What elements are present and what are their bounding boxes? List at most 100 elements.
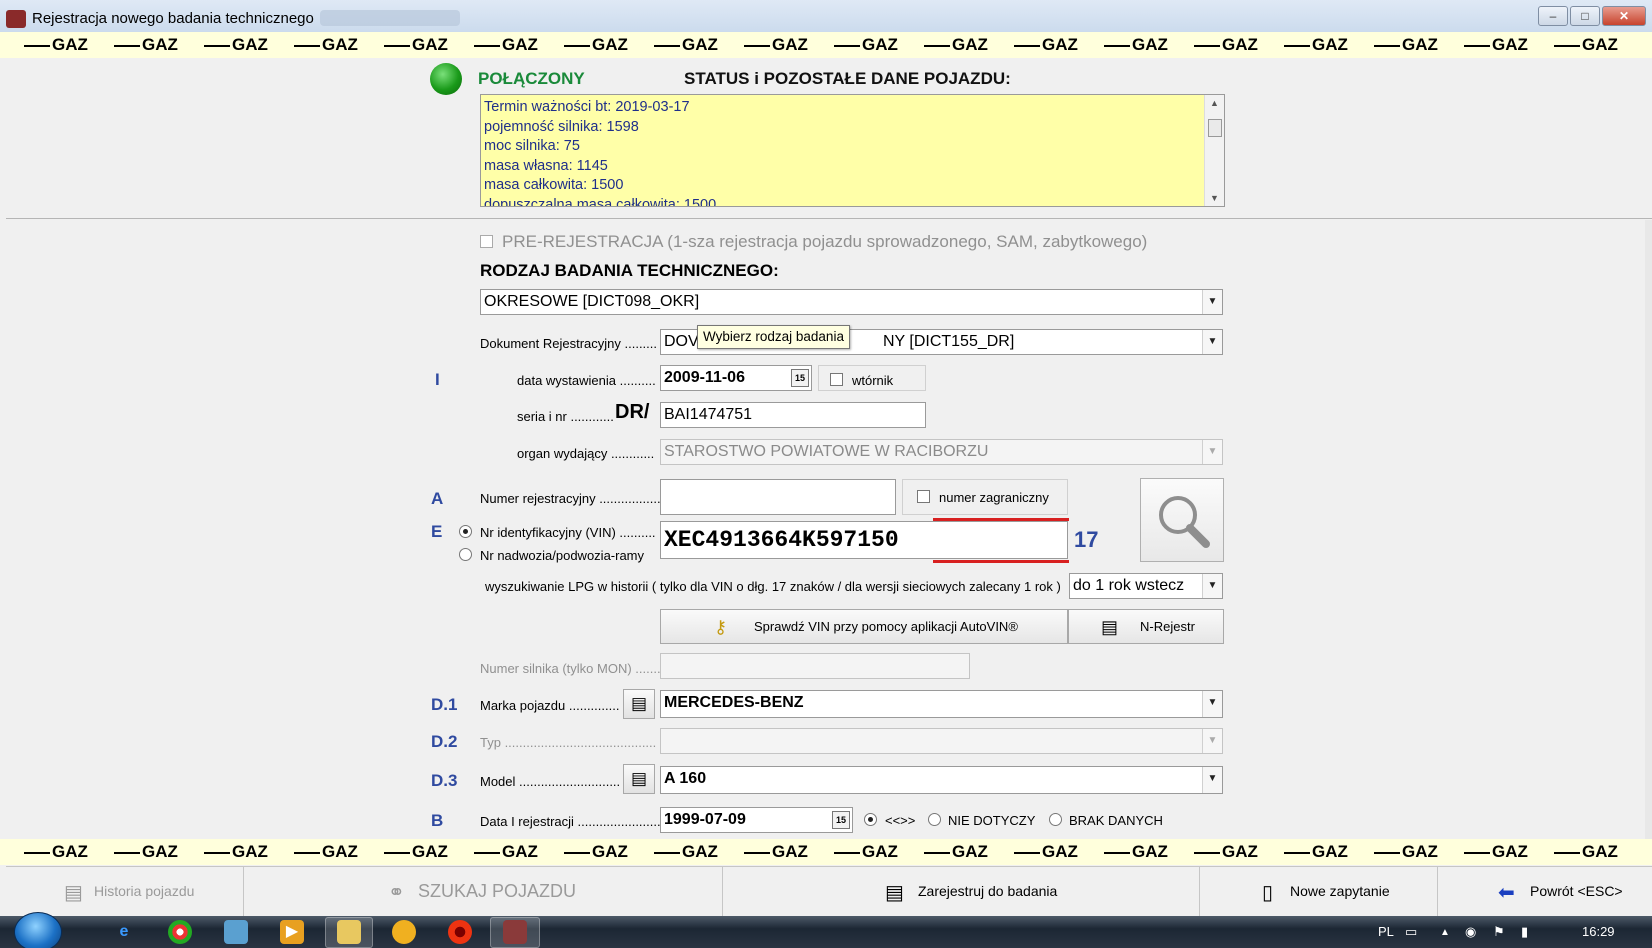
type-label: Typ ....................................… [480, 735, 657, 750]
application-window: Rejestracja nowego badania technicznego … [0, 0, 1652, 948]
body-number-radio[interactable] [459, 548, 472, 561]
clock[interactable]: 16:29 [1582, 924, 1615, 939]
gaz-label: GAZ [322, 35, 358, 54]
media-player-icon[interactable]: ▶ [280, 920, 304, 944]
calendar-icon[interactable]: 15 [791, 369, 809, 387]
first-registration-date-radio[interactable] [864, 813, 877, 826]
gaz-label: GAZ [1402, 842, 1438, 861]
gaz-dash [384, 45, 410, 47]
new-document-icon: ▯ [1262, 882, 1274, 904]
opera-icon[interactable] [448, 920, 472, 944]
not-applicable-radio[interactable] [928, 813, 941, 826]
foreign-number-label: numer zagraniczny [939, 490, 1049, 505]
autovin-button[interactable]: ⚷ Sprawdź VIN przy pomocy aplikacji Auto… [660, 609, 1068, 644]
dictionary-icon: ▤ [630, 694, 648, 713]
chevron-down-icon[interactable]: ▼ [1202, 330, 1222, 354]
chevron-down-icon[interactable]: ▼ [1202, 574, 1222, 598]
gaz-dash [204, 45, 230, 47]
close-button[interactable]: ✕ [1602, 6, 1646, 26]
issuing-authority-select[interactable]: STAROSTWO POWIATOWE W RACIBORZU ▼ [660, 439, 1223, 465]
nrejestr-button[interactable]: ▤ N-Rejestr [1068, 609, 1224, 644]
type-select[interactable]: ▼ [660, 728, 1223, 754]
back-label: Powrót <ESC> [1530, 883, 1623, 899]
gaz-label: GAZ [1312, 35, 1348, 54]
vin-input[interactable]: XEC4913664K597150 [660, 521, 1068, 559]
model-select[interactable]: A 160 ▼ [660, 766, 1223, 794]
keyboard-icon[interactable]: ▭ [1405, 924, 1417, 940]
series-number-input[interactable]: BAI1474751 [660, 402, 926, 428]
status-line: masa własna: 1145 [484, 157, 608, 174]
no-data-radio[interactable] [1049, 813, 1062, 826]
chevron-down-icon[interactable]: ▼ [1202, 290, 1222, 314]
gaz-label: GAZ [592, 35, 628, 54]
database-icon: ▤ [1101, 617, 1119, 637]
flag-icon[interactable]: ⚑ [1493, 924, 1505, 940]
section-letter-d3: D.3 [431, 771, 458, 790]
scroll-thumb[interactable] [1208, 119, 1222, 137]
minimize-button[interactable]: – [1538, 6, 1568, 26]
chrome-icon[interactable] [168, 920, 192, 944]
gaz-banner-bottom: GAZ GAZ GAZ GAZ GAZ GAZ GAZ GAZ GAZ GAZ GAZ GAZ GAZ G… [0, 839, 1652, 865]
issue-date-label: data wystawienia .......... [517, 373, 656, 388]
vehicle-history-button[interactable]: ▤ Historia pojazdu [6, 867, 244, 917]
language-indicator[interactable]: PL [1378, 924, 1394, 939]
first-registration-field[interactable]: 1999-07-09 15 [660, 807, 853, 833]
app-icon-blue[interactable] [224, 920, 248, 944]
duplicate-checkbox[interactable] [830, 373, 843, 386]
chevron-down-icon[interactable]: ▼ [1202, 767, 1222, 793]
maximize-button[interactable]: □ [1570, 6, 1600, 26]
foreign-number-checkbox[interactable] [917, 490, 930, 503]
nrejestr-button-label: N-Rejestr [1140, 619, 1195, 634]
not-applicable-label: NIE DOTYCZY [948, 813, 1036, 828]
make-select[interactable]: MERCEDES-BENZ ▼ [660, 690, 1223, 718]
inspection-type-select[interactable]: OKRESOWE [DICT098_OKR] ▼ [480, 289, 1223, 315]
registration-number-input[interactable] [660, 479, 896, 515]
gaz-dash [384, 852, 410, 854]
calendar-icon[interactable]: 15 [832, 811, 850, 829]
make-dictionary-button[interactable]: ▤ [623, 689, 655, 719]
gaz-label: GAZ [502, 842, 538, 861]
search-vehicle-button[interactable] [1140, 478, 1224, 562]
gaz-label: GAZ [862, 35, 898, 54]
lpg-search-select[interactable]: do 1 rok wstecz ▼ [1069, 573, 1223, 599]
gaz-dash [834, 45, 860, 47]
lpg-search-value: do 1 rok wstecz [1073, 577, 1185, 594]
model-label: Model ............................ [480, 774, 621, 789]
page-scrollbar[interactable] [1645, 220, 1652, 840]
back-button[interactable]: ⬅ Powrót <ESC> [1438, 867, 1652, 917]
issue-date-field[interactable]: 2009-11-06 15 [660, 365, 812, 391]
internet-explorer-icon[interactable]: e [112, 920, 136, 944]
section-letter-b: B [431, 811, 444, 830]
status-textbox[interactable]: Termin ważności bt: 2019-03-17 pojemność… [480, 94, 1225, 207]
power-icon[interactable]: ▮ [1521, 924, 1528, 940]
scroll-up-icon[interactable]: ▲ [1210, 98, 1219, 108]
status-scrollbar[interactable]: ▲ ▼ [1204, 95, 1224, 206]
new-query-button[interactable]: ▯ Nowe zapytanie [1200, 867, 1438, 917]
file-explorer-icon[interactable] [337, 920, 361, 944]
vin-radio-label: Nr identyfikacyjny (VIN) .......... [480, 525, 656, 540]
vin-radio[interactable] [459, 525, 472, 538]
engine-number-input[interactable] [660, 653, 970, 679]
model-dictionary-button[interactable]: ▤ [623, 764, 655, 794]
chevron-down-icon[interactable]: ▼ [1202, 691, 1222, 717]
network-icon[interactable]: ◉ [1465, 924, 1476, 940]
search-vehicle-label: SZUKAJ POJAZDU [418, 881, 577, 901]
gaz-dash [474, 852, 500, 854]
tray-expand-icon[interactable]: ▲ [1440, 927, 1450, 938]
gaz-dash [1194, 852, 1220, 854]
app-icon-orange[interactable] [392, 920, 416, 944]
inspection-app-icon[interactable] [503, 920, 527, 944]
app-icon [6, 10, 26, 28]
registration-number-label: Numer rejestracyjny ................. [480, 491, 661, 506]
start-button[interactable] [14, 912, 62, 948]
chevron-down-icon[interactable]: ▼ [1202, 729, 1222, 753]
gaz-dash [1554, 852, 1580, 854]
first-registration-value: 1999-07-09 [664, 811, 746, 828]
arrow-left-icon: ⬅ [1498, 882, 1515, 904]
pre-registration-checkbox[interactable] [480, 235, 493, 248]
gaz-dash [114, 852, 140, 854]
search-vehicle-toolbar-button[interactable]: ⚭ SZUKAJ POJAZDU [244, 867, 723, 917]
scroll-down-icon[interactable]: ▼ [1210, 193, 1219, 203]
chevron-down-icon[interactable]: ▼ [1202, 440, 1222, 464]
register-button[interactable]: ▤ Zarejestruj do badania [723, 867, 1200, 917]
